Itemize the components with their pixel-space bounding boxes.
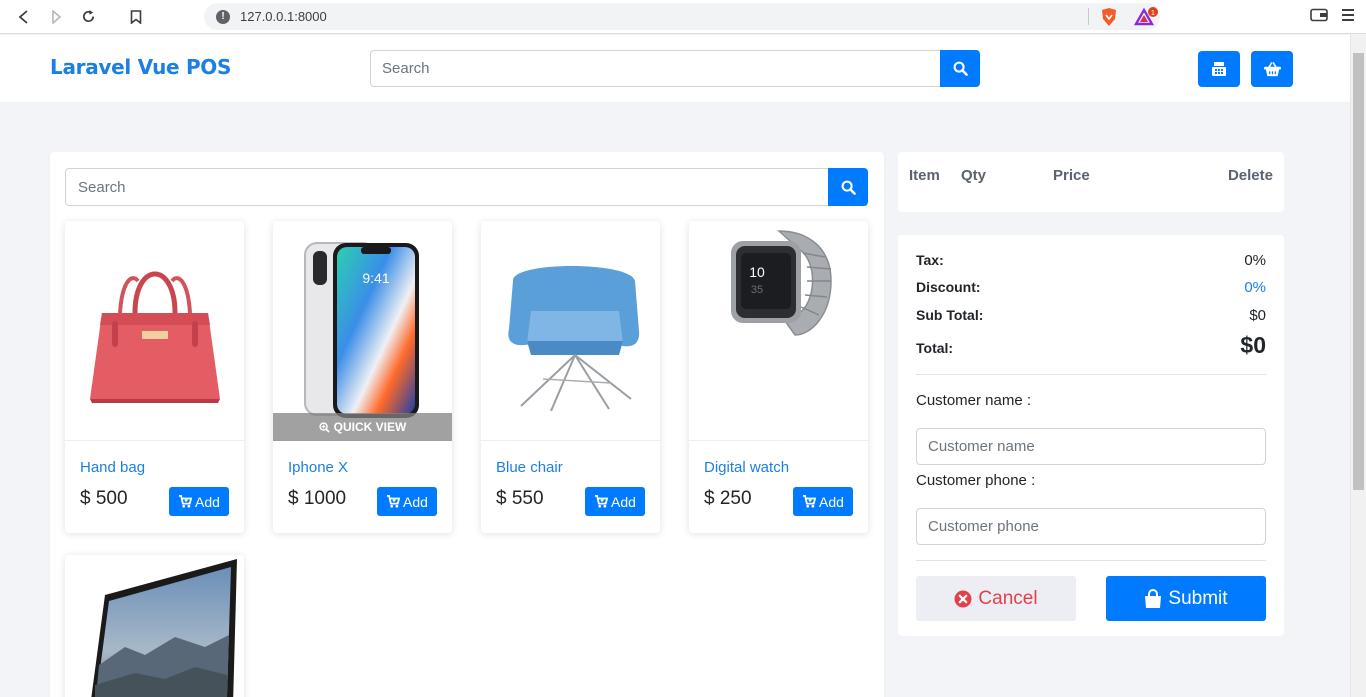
cancel-label: Cancel: [978, 587, 1038, 609]
product-card[interactable]: 10 35 Digital watch $ 250 Add: [689, 221, 868, 533]
search-icon: [953, 61, 968, 76]
add-label: Add: [403, 493, 428, 510]
tax-value: 0%: [1244, 252, 1266, 269]
svg-text:10: 10: [749, 264, 765, 280]
product-price: $ 250: [704, 488, 752, 509]
address-divider: [1088, 8, 1089, 25]
cancel-button[interactable]: Cancel: [916, 576, 1076, 621]
browser-right-controls: [1310, 0, 1354, 34]
cart-table-header: Item Qty Price Delete: [898, 152, 1284, 212]
cart-col-delete: Delete: [1227, 167, 1273, 184]
tax-label: Tax:: [916, 252, 944, 268]
zoom-in-icon: [319, 421, 330, 433]
add-label: Add: [195, 493, 220, 510]
tax-row: Tax: 0%: [916, 252, 1266, 269]
product-name[interactable]: Iphone X: [288, 459, 348, 476]
rewards-badge: 1: [1151, 10, 1155, 17]
product-price: $ 500: [80, 488, 128, 509]
register-button[interactable]: [1198, 51, 1240, 87]
cart-col-price: Price: [1053, 167, 1090, 184]
product-card[interactable]: 9:41 QUICK VIEW Iphone X $ 1000 Add: [273, 221, 452, 533]
order-summary: Tax: 0% Discount: 0% Sub Total: $0 Total…: [898, 235, 1284, 636]
rewards-icon[interactable]: 1: [1133, 7, 1160, 32]
basket-icon: [1263, 61, 1281, 76]
submit-button[interactable]: Submit: [1106, 576, 1266, 621]
product-card[interactable]: Blue chair $ 550 Add: [481, 221, 660, 533]
bookmark-icon[interactable]: [120, 1, 152, 33]
top-search-input[interactable]: [370, 50, 940, 87]
customer-name-label: Customer name :: [916, 392, 1032, 409]
discount-value[interactable]: 0%: [1244, 279, 1266, 296]
add-label: Add: [611, 493, 636, 510]
top-search: [370, 50, 980, 87]
browser-nav: [8, 1, 152, 33]
scrollbar-thumb[interactable]: [1353, 53, 1364, 490]
address-url[interactable]: 127.0.0.1:8000: [240, 9, 327, 24]
product-image-handbag[interactable]: [65, 221, 244, 441]
site-info-icon[interactable]: !: [216, 9, 230, 24]
basket-button[interactable]: [1251, 51, 1293, 87]
search-icon: [841, 180, 856, 195]
product-name[interactable]: Hand bag: [80, 459, 145, 476]
shopping-bag-icon: [1145, 588, 1162, 608]
menu-icon[interactable]: [1342, 8, 1354, 27]
total-label: Total:: [916, 340, 954, 356]
product-image-iphone[interactable]: 9:41: [273, 221, 452, 441]
product-card[interactable]: Hand bag $ 500 Add: [65, 221, 244, 533]
subtotal-value: $0: [1249, 307, 1266, 324]
page-scrollbar[interactable]: [1350, 35, 1366, 697]
product-price: $ 1000: [288, 488, 347, 509]
product-image-chair[interactable]: [481, 221, 660, 441]
brand-title[interactable]: Laravel Vue POS: [50, 55, 231, 79]
product-name[interactable]: Digital watch: [704, 459, 789, 476]
add-label: Add: [819, 493, 844, 510]
cash-register-icon: [1212, 62, 1226, 76]
add-to-cart-button[interactable]: Add: [585, 487, 645, 516]
forward-icon[interactable]: [40, 1, 72, 33]
cart-col-qty: Qty: [961, 167, 987, 184]
add-to-cart-button[interactable]: Add: [793, 487, 853, 516]
svg-text:35: 35: [750, 284, 762, 296]
add-to-cart-button[interactable]: Add: [377, 487, 437, 516]
add-to-cart-button[interactable]: Add: [169, 487, 229, 516]
total-row: Total: $0: [916, 332, 1266, 359]
svg-text:9:41: 9:41: [362, 270, 389, 286]
discount-label: Discount:: [916, 279, 981, 295]
subtotal-label: Sub Total:: [916, 307, 984, 323]
cart-col-item: Item: [909, 167, 940, 184]
submit-label: Submit: [1168, 587, 1228, 609]
customer-phone-input[interactable]: [916, 508, 1266, 545]
total-value: $0: [1240, 332, 1266, 358]
subtotal-row: Sub Total: $0: [916, 307, 1266, 324]
brave-shield-icon[interactable]: [1100, 7, 1118, 32]
discount-row: Discount: 0%: [916, 279, 1266, 296]
reload-icon[interactable]: [72, 1, 104, 33]
product-image-monitor[interactable]: [65, 555, 244, 697]
browser-toolbar: ! 127.0.0.1:8000 1: [0, 0, 1366, 34]
product-price: $ 550: [496, 488, 544, 509]
quick-view-button[interactable]: QUICK VIEW: [273, 413, 452, 441]
customer-name-input[interactable]: [916, 428, 1266, 465]
products-panel: Hand bag $ 500 Add: [50, 152, 884, 697]
address-bar[interactable]: ! 127.0.0.1:8000 1: [204, 3, 1160, 30]
top-search-button[interactable]: [940, 50, 980, 87]
product-card[interactable]: [65, 555, 244, 697]
product-search: [65, 168, 868, 206]
times-circle-icon: [954, 590, 972, 607]
app-navbar: Laravel Vue POS: [0, 35, 1350, 102]
cart-icon: [178, 495, 193, 508]
wallet-icon[interactable]: [1310, 8, 1328, 27]
customer-phone-label: Customer phone :: [916, 472, 1036, 489]
product-search-input[interactable]: [65, 168, 828, 206]
summary-divider: [916, 374, 1266, 375]
form-divider: [916, 560, 1266, 561]
cart-icon: [386, 495, 401, 508]
cart-icon: [594, 495, 609, 508]
quick-view-label: QUICK VIEW: [333, 420, 407, 434]
product-name[interactable]: Blue chair: [496, 459, 563, 476]
product-image-watch[interactable]: 10 35: [689, 221, 868, 441]
product-search-button[interactable]: [828, 168, 868, 206]
cart-icon: [802, 495, 817, 508]
back-icon[interactable]: [8, 1, 40, 33]
